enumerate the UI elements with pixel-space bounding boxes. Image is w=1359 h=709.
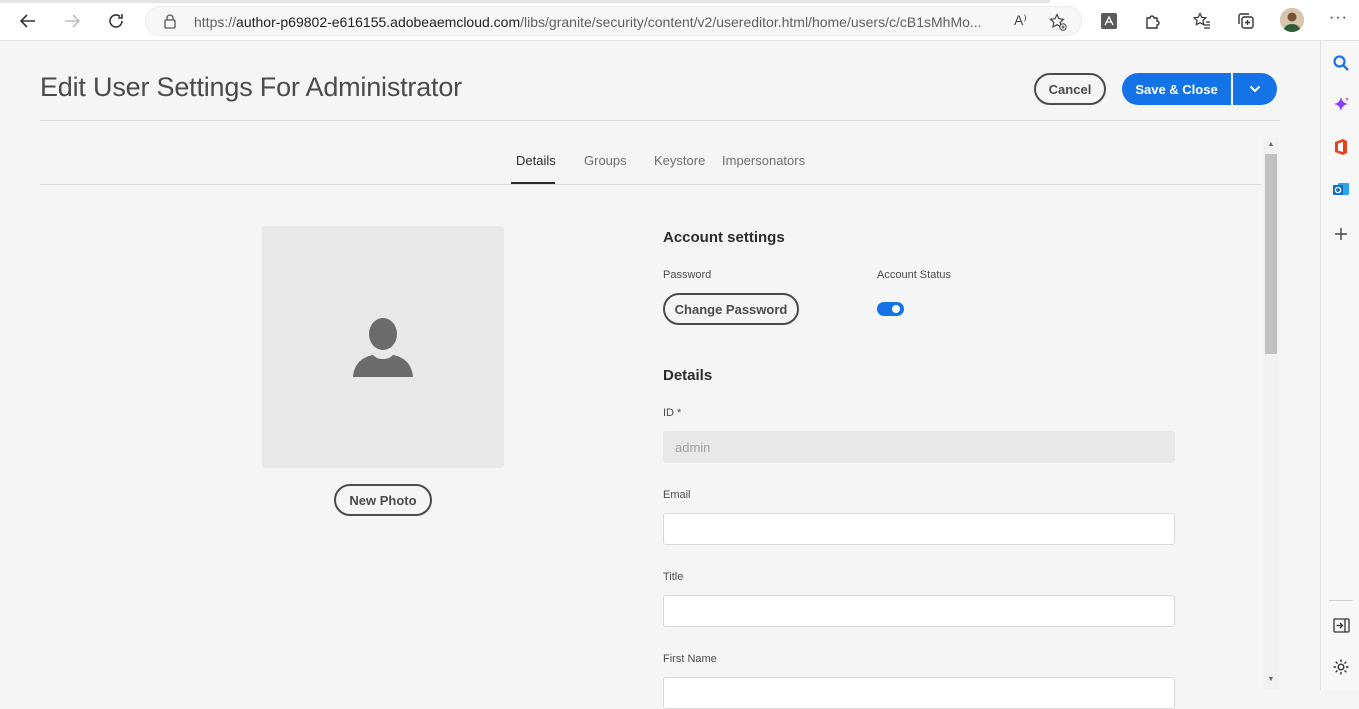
save-options-button[interactable] — [1233, 73, 1277, 105]
back-arrow-icon — [19, 14, 35, 28]
favorites-icon — [1193, 12, 1210, 29]
id-field — [663, 431, 1175, 463]
scroll-down-arrow-icon[interactable]: ▼ — [1266, 676, 1276, 683]
url-text: https://author-p69802-e616155.adobeaemcl… — [194, 14, 982, 30]
active-tab-indicator — [511, 182, 555, 184]
email-label: Email — [663, 489, 691, 501]
scroll-up-arrow-icon[interactable]: ▲ — [1266, 141, 1276, 148]
first-name-field[interactable] — [663, 677, 1175, 709]
favorite-add-icon[interactable] — [1049, 13, 1067, 31]
details-heading: Details — [663, 367, 713, 384]
browser-toolbar: https://author-p69802-e616155.adobeaemcl… — [0, 0, 1359, 41]
save-close-button[interactable]: Save & Close — [1122, 73, 1231, 105]
account-settings-heading: Account settings — [663, 229, 785, 246]
panel-collapse-icon — [1332, 617, 1350, 633]
address-bar[interactable]: https://author-p69802-e616155.adobeaemcl… — [145, 6, 1082, 36]
sidebar-hide-button[interactable] — [1331, 615, 1351, 635]
outlook-icon — [1333, 183, 1349, 195]
refresh-icon — [109, 14, 123, 28]
sidebar-divider — [1329, 600, 1353, 601]
first-name-label: First Name — [663, 653, 717, 665]
profile-avatar[interactable] — [1280, 8, 1304, 32]
page-title: Edit User Settings For Administrator — [40, 72, 462, 102]
sidebar-add-button[interactable] — [1331, 224, 1351, 244]
user-silhouette-icon — [353, 318, 413, 377]
tab-groups[interactable]: Groups — [584, 153, 627, 168]
header-divider — [40, 120, 1280, 121]
favorites-button[interactable] — [1188, 7, 1216, 35]
tab-keystore[interactable]: Keystore — [654, 153, 705, 168]
scrollbar[interactable]: ▲ ▼ — [1263, 138, 1279, 690]
account-status-label: Account Status — [877, 269, 951, 281]
account-status-toggle[interactable] — [877, 302, 904, 316]
settings-more-icon[interactable]: ··· — [1329, 9, 1348, 27]
id-label: ID * — [663, 407, 682, 419]
forward-button[interactable] — [57, 6, 87, 36]
new-photo-button[interactable]: New Photo — [334, 484, 432, 516]
browser-sidebar — [1320, 41, 1359, 690]
title-label: Title — [663, 571, 684, 583]
plus-icon — [1335, 228, 1347, 240]
user-photo — [262, 226, 504, 468]
collections-icon — [1238, 13, 1254, 29]
tab-bar: Details Groups Keystore Impersonators — [40, 140, 1262, 185]
tab-impersonators[interactable]: Impersonators — [722, 153, 805, 168]
sidebar-settings-button[interactable] — [1331, 657, 1351, 677]
tab-strip-edge — [0, 0, 1050, 3]
sparkle-icon — [1334, 97, 1349, 111]
sidebar-copilot-button[interactable] — [1331, 95, 1351, 115]
gear-icon — [1333, 659, 1349, 675]
tab-details[interactable]: Details — [516, 153, 556, 168]
sidebar-outlook-button[interactable] — [1331, 179, 1351, 199]
chevron-down-icon — [1249, 85, 1261, 93]
url-domain: author-p69802-e616155.adobeaemcloud.com — [236, 14, 521, 30]
read-aloud-icon[interactable]: A⁾ — [1014, 12, 1027, 29]
scrollbar-thumb[interactable] — [1265, 154, 1277, 354]
url-path: /libs/granite/security/content/v2/usered… — [520, 14, 982, 30]
puzzle-icon — [1146, 15, 1160, 29]
title-field[interactable] — [663, 595, 1175, 627]
extension-icon[interactable] — [1095, 7, 1123, 35]
cancel-button[interactable]: Cancel — [1034, 73, 1106, 105]
url-prefix: https:// — [194, 14, 237, 30]
toggle-knob — [892, 305, 900, 313]
sidebar-office-button[interactable] — [1331, 137, 1351, 157]
refresh-button[interactable] — [101, 6, 131, 36]
profile-person-icon — [1280, 8, 1304, 32]
change-password-button[interactable]: Change Password — [663, 293, 799, 325]
back-button[interactable] — [13, 6, 43, 36]
extensions-button[interactable] — [1139, 7, 1167, 35]
collections-button[interactable] — [1232, 7, 1260, 35]
sidebar-search-button[interactable] — [1331, 53, 1351, 73]
forward-arrow-icon — [65, 14, 81, 28]
extension-app-icon — [1101, 13, 1117, 29]
search-icon — [1333, 55, 1349, 71]
password-label: Password — [663, 269, 712, 281]
office-icon — [1335, 139, 1347, 155]
lock-icon — [164, 14, 176, 29]
email-field[interactable] — [663, 513, 1175, 545]
